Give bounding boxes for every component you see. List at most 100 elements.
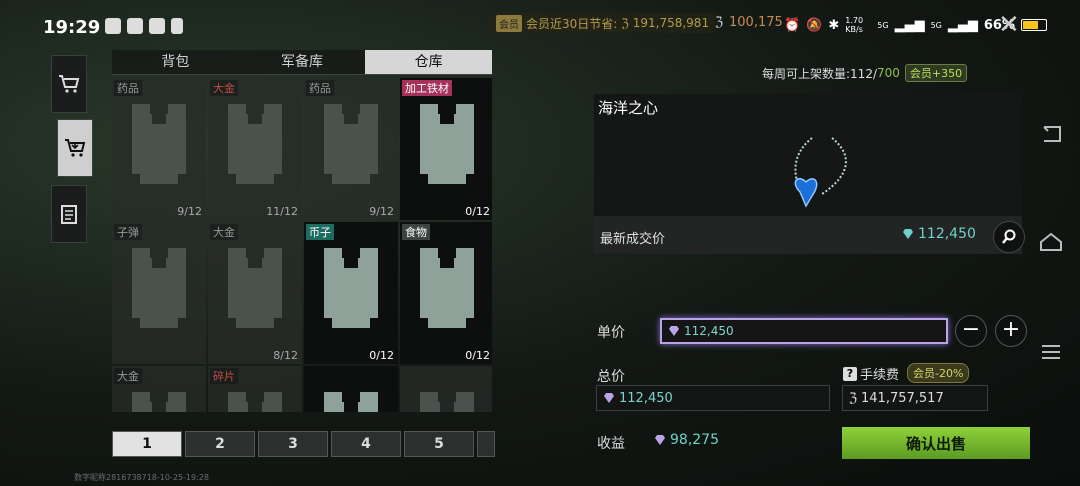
latest-price-value: 112,450 <box>918 226 976 242</box>
item-grid: 药品 9/12 大金 11/12 药品 9/12 加工铁材 0/12 子弹 大金 8/12 币子 0/1… <box>112 78 492 412</box>
grid-item-slot[interactable]: 大金 11/12 <box>208 78 302 220</box>
weekly-max: 700 <box>877 66 900 80</box>
saving-value: 191,758,981 <box>632 16 710 30</box>
item-category-tag: 药品 <box>114 80 142 96</box>
signal-icon: ▂▄▆ <box>947 17 978 33</box>
signal-label: 5G <box>930 20 942 30</box>
tab-warehouse[interactable]: 仓库 <box>365 50 493 75</box>
necklace-icon <box>794 137 847 208</box>
sell-cart-button[interactable] <box>57 119 93 177</box>
item-durability-count: 11/12 <box>266 205 298 218</box>
tab-armory[interactable]: 军备库 <box>238 50 366 75</box>
price-search-button[interactable] <box>993 221 1025 253</box>
sell-cart-icon <box>65 139 86 157</box>
item-durability-count: 0/12 <box>465 349 490 362</box>
item-name: 海洋之心 <box>598 99 659 117</box>
unit-price-input[interactable]: 112,450 <box>660 318 948 344</box>
item-durability-count: 0/12 <box>465 205 490 218</box>
vest-icon <box>132 104 186 184</box>
page-button-5[interactable]: 5 <box>404 431 474 457</box>
home-icon[interactable] <box>1035 228 1067 256</box>
page-button-next[interactable] <box>477 431 495 457</box>
total-price-value: 112,450 <box>619 390 673 406</box>
latest-price-label: 最新成交价 <box>600 232 666 247</box>
grid-item-slot[interactable]: 大金 8/12 <box>208 222 302 364</box>
vest-icon <box>324 392 378 412</box>
coin-icon: ℨ <box>849 390 858 406</box>
signal-icon: ▂▄▆ <box>894 17 925 33</box>
currency-value: 100,175 <box>729 15 783 30</box>
grid-item-slot[interactable] <box>304 366 398 412</box>
page-button-2[interactable]: 2 <box>185 431 255 457</box>
item-durability-count: 0/12 <box>369 349 394 362</box>
item-durability-count: 9/12 <box>369 205 394 218</box>
help-icon[interactable]: ? <box>843 366 857 381</box>
saving-text: 会员近30日节省: <box>526 16 618 31</box>
grid-item-slot[interactable] <box>400 366 492 412</box>
weekly-limit: 每周可上架数量:112/700 会员+350 <box>762 64 968 82</box>
vest-icon <box>132 248 186 328</box>
grid-item-slot[interactable]: 碎片 <box>208 366 302 412</box>
status-time: 19:29 <box>43 17 101 38</box>
search-icon <box>1002 229 1016 244</box>
latest-price: 112,450 <box>902 226 976 242</box>
vest-icon <box>420 392 474 412</box>
storage-tabs: 背包 军备库 仓库 <box>112 50 493 75</box>
grid-item-slot[interactable]: 子弹 <box>112 222 206 364</box>
unit-price-value: 112,450 <box>684 324 734 338</box>
menu-icon[interactable] <box>1035 338 1067 366</box>
orders-button[interactable] <box>51 185 87 243</box>
diamond-icon <box>655 435 665 445</box>
item-category-tag: 大金 <box>210 224 238 240</box>
bluetooth-icon: ✱ <box>828 17 840 33</box>
income: 98,275 <box>654 432 719 448</box>
vest-icon <box>228 392 282 412</box>
weekly-vip-badge: 会员+350 <box>904 64 968 82</box>
income-label: 收益 <box>597 436 625 452</box>
item-category-tag: 大金 <box>114 368 142 384</box>
alarm-icon: ⏰ <box>784 17 801 33</box>
diamond-icon <box>604 393 614 403</box>
item-durability-count: 8/12 <box>273 349 298 362</box>
coin-icon: ℨ <box>715 15 724 30</box>
item-category-tag: 大金 <box>210 80 238 96</box>
page-button-1[interactable]: 1 <box>112 431 182 457</box>
tab-backpack[interactable]: 背包 <box>112 50 239 75</box>
clipboard-icon <box>61 205 77 224</box>
page-button-3[interactable]: 3 <box>258 431 328 457</box>
grid-item-slot[interactable]: 药品 9/12 <box>112 78 206 220</box>
cart-icon <box>59 75 80 93</box>
back-icon[interactable] <box>1035 120 1067 148</box>
vest-icon <box>228 104 282 184</box>
decrease-price-button[interactable]: − <box>955 315 987 347</box>
item-category-tag: 药品 <box>306 80 334 96</box>
pagination: 1 2 3 4 5 <box>112 431 495 457</box>
watermark: 数字昵称2816738718-10-25-19:28 <box>74 473 209 482</box>
page-button-4[interactable]: 4 <box>331 431 401 457</box>
grid-item-slot[interactable]: 币子 0/12 <box>304 222 398 364</box>
net-speed: 1.70 KB/s <box>845 16 864 34</box>
fee-field: ℨ 141,757,517 <box>842 385 988 411</box>
vest-icon <box>324 104 378 184</box>
battery-icon <box>1021 19 1047 31</box>
increase-price-button[interactable]: + <box>995 315 1027 347</box>
fee-value: 141,757,517 <box>861 390 944 406</box>
fee-label-group: ? 手续费 <box>843 364 899 383</box>
grid-item-slot[interactable]: 药品 9/12 <box>304 78 398 220</box>
shop-cart-button[interactable] <box>51 55 87 113</box>
grid-item-slot[interactable]: 大金 <box>112 366 206 412</box>
close-icon[interactable]: ✕ <box>998 10 1020 40</box>
income-value: 98,275 <box>670 432 719 448</box>
grid-item-slot[interactable]: 食物 0/12 <box>400 222 492 364</box>
item-category-tag: 子弹 <box>114 224 142 240</box>
fee-vip-discount: 会员-20% <box>907 363 970 383</box>
diamond-icon <box>669 326 679 336</box>
app-notification-icon <box>149 18 165 34</box>
confirm-sell-button[interactable]: 确认出售 <box>842 427 1030 459</box>
app-notification-icon <box>127 18 143 34</box>
vest-icon <box>228 248 282 328</box>
total-price-field: 112,450 <box>596 385 830 411</box>
grid-item-slot[interactable]: 加工铁材 0/12 <box>400 78 492 220</box>
vest-icon <box>420 104 474 184</box>
vest-icon <box>420 248 474 328</box>
